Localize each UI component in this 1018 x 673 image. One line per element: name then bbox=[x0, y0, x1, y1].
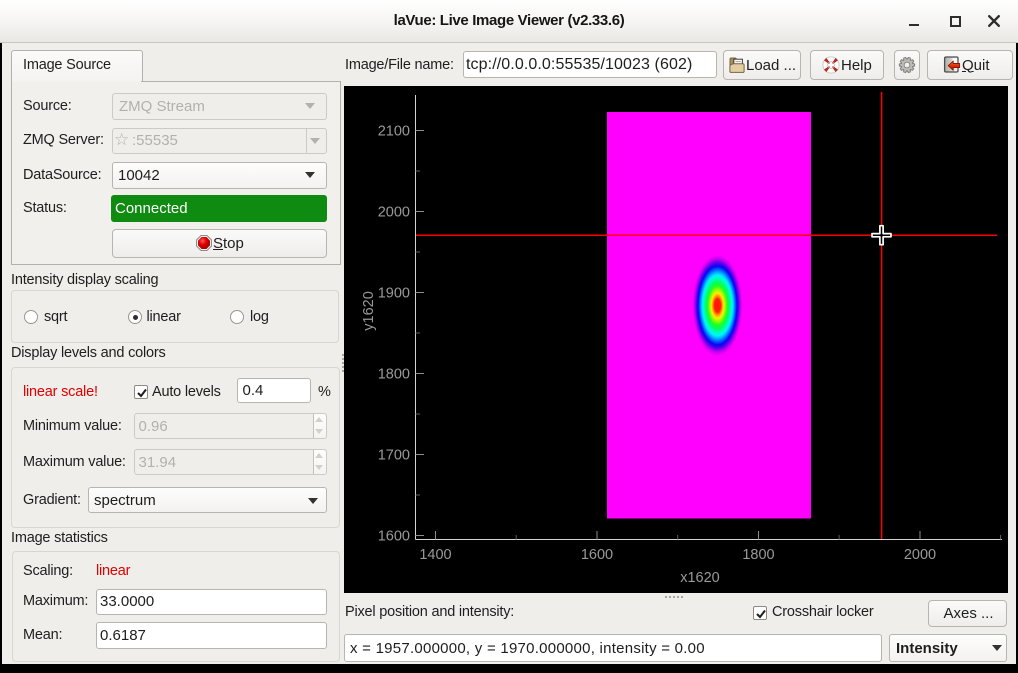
svg-text:2000: 2000 bbox=[904, 547, 936, 563]
svg-text:y1620: y1620 bbox=[361, 291, 377, 331]
svg-text:1600: 1600 bbox=[581, 547, 613, 563]
svg-text:2100: 2100 bbox=[378, 124, 410, 140]
svg-text:1400: 1400 bbox=[419, 547, 451, 563]
svg-text:1900: 1900 bbox=[378, 286, 410, 302]
svg-text:2000: 2000 bbox=[378, 205, 410, 221]
svg-text:1700: 1700 bbox=[378, 448, 410, 464]
svg-text:1600: 1600 bbox=[378, 529, 410, 545]
svg-text:1800: 1800 bbox=[742, 547, 774, 563]
svg-text:1800: 1800 bbox=[378, 367, 410, 383]
svg-text:x1620: x1620 bbox=[680, 570, 720, 586]
